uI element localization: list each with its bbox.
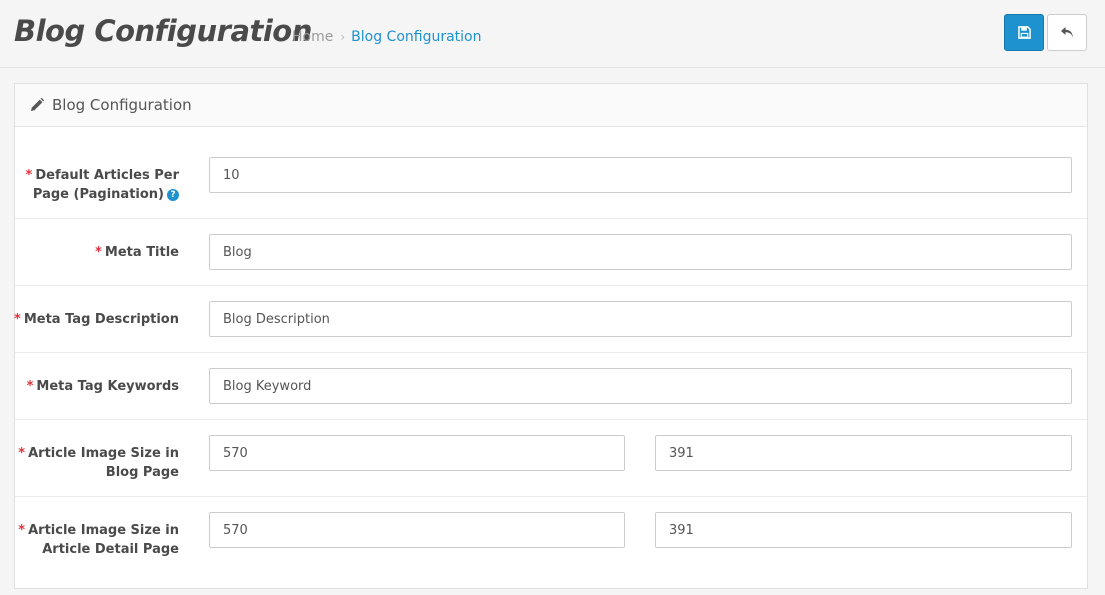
- form-row-article-detail-image-size: * Article Image Size in Article Detail Pa…: [15, 497, 1087, 577]
- panel-title: Blog Configuration: [52, 96, 192, 114]
- label-text-line1: Article Image Size in: [28, 446, 179, 461]
- reply-arrow-icon: [1061, 27, 1073, 38]
- required-marker: *: [25, 168, 33, 183]
- breadcrumb-separator: ›: [340, 30, 346, 44]
- required-marker: *: [14, 312, 21, 327]
- field-label-meta-keywords: * Meta Tag Keywords: [4, 377, 179, 396]
- label-text-line2: Blog Page: [105, 465, 179, 480]
- meta-keywords-input[interactable]: Blog Keyword: [209, 368, 1072, 404]
- articles-per-page-input[interactable]: 10: [209, 157, 1072, 193]
- configuration-panel: Blog Configuration * Default Articles Per…: [14, 83, 1088, 589]
- blog-image-height-input[interactable]: 391: [655, 435, 1072, 471]
- label-text: Meta Tag Description: [23, 312, 179, 327]
- field-label-blog-image-size: * Article Image Size in Blog Page: [4, 444, 179, 482]
- article-detail-image-height-input[interactable]: 391: [655, 512, 1072, 548]
- form-row-meta-title: * Meta Title Blog: [15, 219, 1087, 286]
- save-button[interactable]: [1004, 14, 1044, 51]
- field-label-meta-description: * Meta Tag Description: [4, 310, 179, 329]
- floppy-disk-icon: [1017, 26, 1031, 39]
- label-text-line1: Default Articles Per: [35, 168, 179, 183]
- required-marker: *: [18, 446, 26, 461]
- breadcrumb-current-link[interactable]: Blog Configuration: [351, 29, 481, 45]
- required-marker: *: [26, 379, 34, 394]
- required-marker: *: [18, 523, 26, 538]
- page-title: Blog Configuration: [14, 14, 312, 48]
- label-text-line2: Page (Pagination): [32, 187, 164, 202]
- back-button[interactable]: [1047, 14, 1087, 51]
- label-text: Meta Title: [104, 245, 179, 260]
- field-label-article-detail-image-size: * Article Image Size in Article Detail Pa…: [4, 521, 179, 559]
- label-text: Meta Tag Keywords: [36, 379, 179, 394]
- pencil-icon: [30, 98, 44, 112]
- panel-heading: Blog Configuration: [15, 84, 1087, 127]
- help-icon[interactable]: ?: [167, 188, 179, 201]
- required-marker: *: [95, 245, 102, 260]
- field-label-meta-title: * Meta Title: [4, 243, 179, 262]
- blog-image-width-input[interactable]: 570: [209, 435, 625, 471]
- label-text-line2: Article Detail Page: [42, 542, 179, 557]
- form-row-blog-image-size: * Article Image Size in Blog Page 570 391: [15, 420, 1087, 497]
- breadcrumb: Home › Blog Configuration: [292, 29, 482, 45]
- field-label-articles-per-page: * Default Articles Per Page (Pagination)?: [4, 166, 179, 204]
- meta-description-input[interactable]: Blog Description: [209, 301, 1072, 337]
- form-row-meta-description: * Meta Tag Description Blog Description: [14, 286, 1087, 353]
- form-row-articles-per-page: * Default Articles Per Page (Pagination)?…: [15, 128, 1087, 219]
- breadcrumb-home-link[interactable]: Home: [292, 29, 333, 45]
- form-row-meta-keywords: * Meta Tag Keywords Blog Keyword: [15, 353, 1087, 420]
- label-text-line1: Article Image Size in: [28, 523, 179, 538]
- meta-title-input[interactable]: Blog: [209, 234, 1072, 270]
- article-detail-image-width-input[interactable]: 570: [209, 512, 625, 548]
- page-header: Blog Configuration Home › Blog Configura…: [0, 0, 1105, 68]
